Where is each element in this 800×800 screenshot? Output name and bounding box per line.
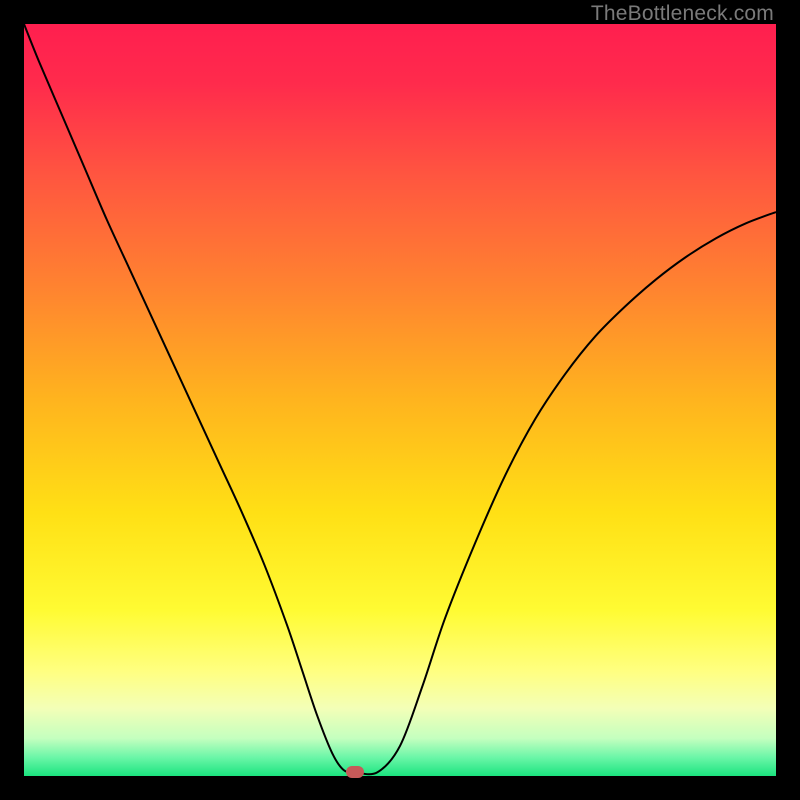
gradient-background xyxy=(24,24,776,776)
chart-frame xyxy=(24,24,776,776)
optimum-marker xyxy=(346,766,364,778)
watermark-text: TheBottleneck.com xyxy=(591,2,774,26)
bottleneck-chart xyxy=(24,24,776,776)
